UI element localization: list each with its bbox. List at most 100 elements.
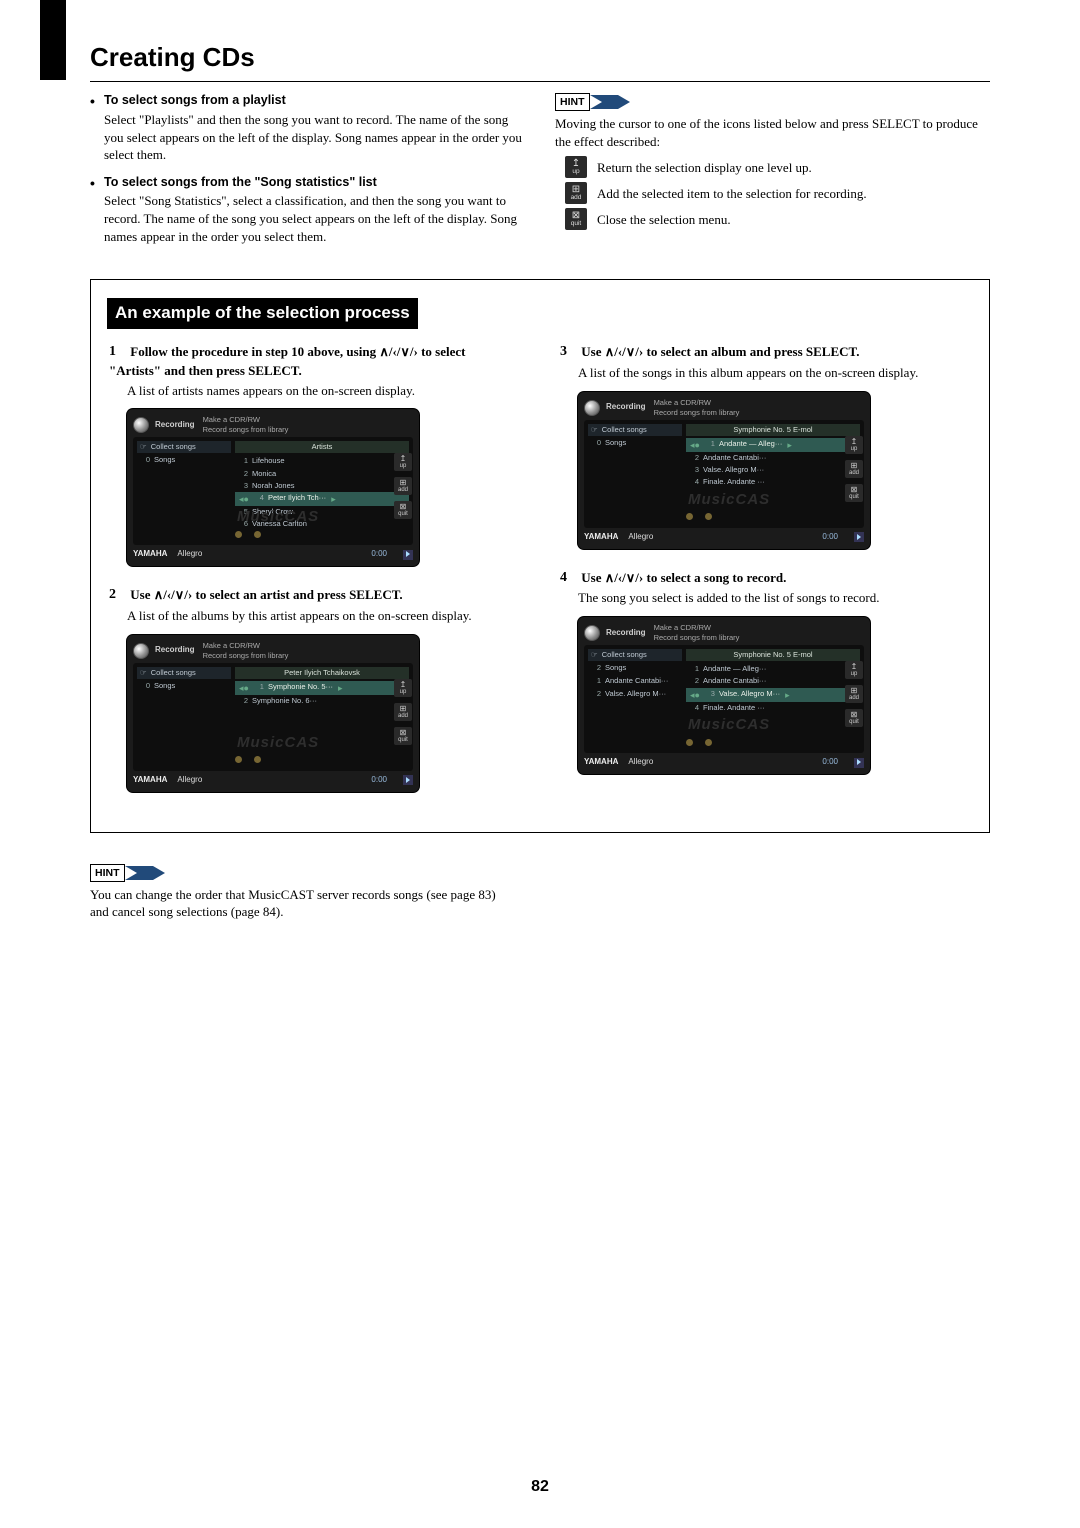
dev4-right-title: Symphonie No. 5 E-mol [686, 649, 860, 661]
up-icon: ↥up [565, 156, 587, 178]
step-3: 3 Use ∧/‹/∨/› to select an album and pre… [560, 343, 971, 381]
page-title: Creating CDs [90, 40, 990, 82]
left-songs: 0 Songs [137, 454, 231, 466]
add-icon: ⊞add [394, 477, 412, 495]
hint1-text: Moving the cursor to one of the icons li… [555, 115, 990, 150]
list-item: ◂●3Valse. Allegro M···▸ [686, 688, 860, 702]
hint-label: HINT [90, 864, 125, 882]
hint-up-text: Return the selection display one level u… [597, 159, 812, 177]
now-playing: Allegro [177, 549, 202, 560]
step-4-num: 4 [560, 569, 578, 588]
add-icon: ⊞add [845, 685, 863, 703]
device-screenshot-2: Recording Make a CDR/RW Record songs fro… [127, 635, 419, 792]
list-item: 2Andante Cantabi··· [686, 675, 860, 687]
hint2-text: You can change the order that MusicCAST … [90, 886, 510, 921]
list-item: 5Sheryl Crow [235, 506, 409, 518]
left-arrow-icon: ◂● [238, 493, 250, 505]
hint-quit-row: ⊠quit Close the selection menu. [565, 208, 990, 230]
right-arrow-icon: ▸ [786, 439, 793, 451]
example-box: An example of the selection process 1 Fo… [90, 279, 990, 832]
list-item: 4Finale. Andante ··· [686, 702, 860, 714]
list-item: 2Monica [235, 468, 409, 480]
dev2-right-title: Peter Ilyich Tchaikovsk [235, 667, 409, 679]
right-arrow-icon: ▸ [330, 493, 337, 505]
step-2-head: Use ∧/‹/∨/› to select an artist and pres… [130, 587, 402, 602]
list-item: ◂●1Symphonie No. 5···▸ [235, 681, 409, 695]
list-item: 4Finale. Andante ··· [686, 476, 860, 488]
bullet-songstats-head: To select songs from the "Song statistic… [104, 174, 525, 191]
cd-icon [584, 400, 600, 416]
step-1-body: A list of artists names appears on the o… [109, 382, 520, 400]
dev-mode: Recording [155, 420, 195, 431]
col-right: HINT Moving the cursor to one of the ico… [555, 92, 990, 255]
list-item: 2Andante Cantabi··· [686, 452, 860, 464]
bullet-playlist-body: Select "Playlists" and then the song you… [104, 111, 525, 164]
hint-add-row: ⊞add Add the selected item to the select… [565, 182, 990, 204]
up-icon: ↥up [845, 661, 863, 679]
right-arrow-icon: ▸ [337, 682, 344, 694]
right-arrow-icon: ▸ [784, 689, 791, 701]
quit-icon: ⊠quit [394, 501, 412, 519]
dev-hdr2: Record songs from library [203, 425, 289, 435]
brand: YAMAHA [133, 549, 167, 560]
device-screenshot-4: Recording Make a CDR/RW Record songs fro… [578, 617, 870, 774]
top-columns: To select songs from a playlist Select "… [90, 92, 990, 255]
elapsed: 0:00 [371, 549, 387, 560]
quit-icon: ⊠quit [845, 709, 863, 727]
quit-icon: ⊠quit [565, 208, 587, 230]
step-2: 2 Use ∧/‹/∨/› to select an artist and pr… [109, 586, 520, 624]
dev-hdr1: Make a CDR/RW [203, 415, 289, 425]
step-1-num: 1 [109, 343, 127, 362]
play-icon [854, 758, 864, 768]
hint-add-text: Add the selected item to the selection f… [597, 185, 867, 203]
icon-hand: ☞ [140, 442, 147, 452]
hint-arrow-icon [125, 866, 165, 880]
step-1: 1 Follow the procedure in step 10 above,… [109, 343, 520, 399]
add-icon: ⊞add [394, 703, 412, 721]
hint-bottom: HINT You can change the order that Music… [90, 863, 510, 921]
quit-icon: ⊠quit [845, 484, 863, 502]
hint-quit-text: Close the selection menu. [597, 211, 731, 229]
step-3-num: 3 [560, 343, 578, 362]
up-icon: ↥up [394, 679, 412, 697]
dev3-right-title: Symphonie No. 5 E-mol [686, 424, 860, 436]
list-item: 2Valse. Allegro M··· [588, 688, 682, 700]
device-screenshot-3: Recording Make a CDR/RW Record songs fro… [578, 392, 870, 549]
play-icon [403, 550, 413, 560]
left-arrow-icon: ◂● [689, 689, 701, 701]
left-arrow-icon: ◂● [238, 682, 250, 694]
dev1-right-title: Artists [235, 441, 409, 453]
hint-arrow-icon [590, 95, 630, 109]
add-icon: ⊞add [845, 460, 863, 478]
hint-badge-bottom: HINT [90, 864, 165, 882]
list-item: 3Valse. Allegro M··· [686, 464, 860, 476]
example-col-right: 3 Use ∧/‹/∨/› to select an album and pre… [560, 343, 971, 812]
cd-icon [133, 643, 149, 659]
step-4-body: The song you select is added to the list… [560, 589, 971, 607]
hint-up-row: ↥up Return the selection display one lev… [565, 156, 990, 178]
col-left: To select songs from a playlist Select "… [90, 92, 525, 255]
list-item: 2Symphonie No. 6··· [235, 695, 409, 707]
control-strip [235, 529, 349, 539]
page-number: 82 [0, 1476, 1080, 1498]
device-screenshot-1: Recording Make a CDR/RW Record songs fro… [127, 409, 419, 566]
up-icon: ↥up [845, 436, 863, 454]
list-item: 1Lifehouse [235, 455, 409, 467]
add-icon: ⊞add [565, 182, 587, 204]
left-collect: ☞ Collect songs [137, 441, 231, 453]
step-2-num: 2 [109, 586, 127, 605]
hint-badge-top: HINT [555, 93, 630, 111]
cd-icon [133, 417, 149, 433]
list-item: ◂●1Andante — Alleg···▸ [686, 438, 860, 452]
step-2-body: A list of the albums by this artist appe… [109, 607, 520, 625]
bullet-playlist-head: To select songs from a playlist [104, 92, 525, 109]
list-item: 1Andante Cantabi··· [588, 675, 682, 687]
cd-icon [584, 625, 600, 641]
step-4-head: Use ∧/‹/∨/› to select a song to record. [581, 570, 786, 585]
step-3-head: Use ∧/‹/∨/› to select an album and press… [581, 344, 859, 359]
example-heading: An example of the selection process [107, 298, 418, 329]
left-arrow-icon: ◂● [689, 439, 701, 451]
bullet-playlist: To select songs from a playlist Select "… [104, 92, 525, 164]
list-item: 1Andante — Alleg··· [686, 663, 860, 675]
section-tab [40, 0, 66, 80]
